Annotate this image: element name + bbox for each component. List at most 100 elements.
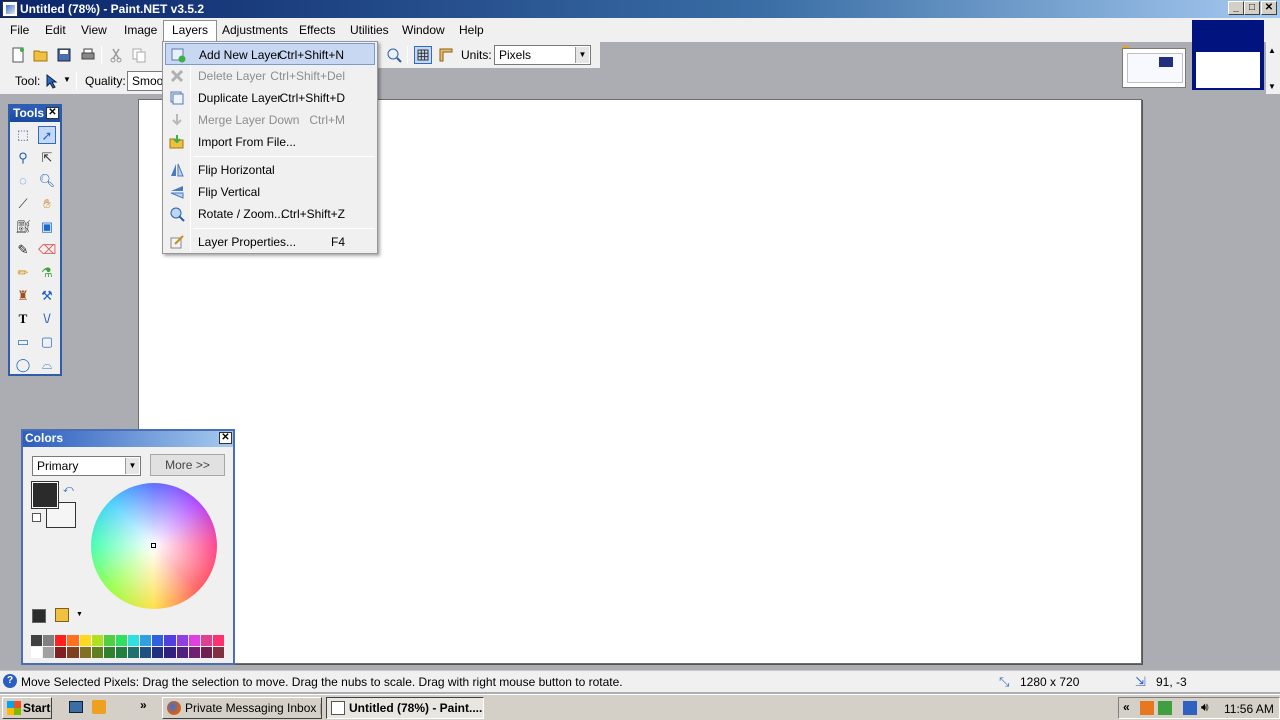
line-curve-icon[interactable]: \/: [38, 310, 56, 328]
palette-swatch[interactable]: [152, 635, 165, 647]
network-icon[interactable]: [1183, 701, 1197, 715]
paintbrush-icon[interactable]: ✎: [14, 241, 32, 259]
palette-swatch[interactable]: [67, 635, 80, 647]
rotate-zoom-item[interactable]: Rotate / Zoom... Ctrl+Shift+Z: [165, 203, 375, 225]
rulers-icon[interactable]: [438, 47, 454, 63]
move-selected-pixels-icon[interactable]: [44, 73, 60, 89]
palette-swatch[interactable]: [128, 635, 141, 647]
palette-swatch[interactable]: [188, 635, 201, 647]
paint-net-app-icon[interactable]: [2, 1, 18, 17]
tray-expand[interactable]: «: [1123, 700, 1130, 714]
colors-window-header[interactable]: Colors ✕: [23, 431, 233, 447]
chevron-down-icon[interactable]: ▼: [76, 611, 83, 618]
paint-bucket-icon[interactable]: ⛽︎: [14, 218, 32, 236]
palette-swatch[interactable]: [103, 647, 116, 659]
thumbnail-scrollbar[interactable]: ▲ ▼: [1266, 42, 1280, 94]
palette-swatch[interactable]: [212, 635, 225, 647]
pencil-icon[interactable]: ✏︎: [14, 264, 32, 282]
menu-image[interactable]: Image: [124, 21, 157, 40]
palette-swatch[interactable]: [176, 647, 189, 659]
units-select[interactable]: Pixels ▼: [494, 45, 591, 65]
move-selected-pixels-tool-icon[interactable]: ➚: [38, 126, 56, 144]
palette-swatch[interactable]: [164, 635, 177, 647]
gradient-icon[interactable]: ▣: [38, 218, 56, 236]
color-palette[interactable]: [31, 635, 225, 659]
colors-close-button[interactable]: ✕: [219, 432, 232, 444]
palette-swatch[interactable]: [91, 647, 104, 659]
merge-layer-down-item[interactable]: Merge Layer Down Ctrl+M: [165, 109, 375, 131]
duplicate-layer-item[interactable]: Duplicate Layer Ctrl+Shift+D: [165, 87, 375, 109]
lasso-select-icon[interactable]: ⚲: [14, 149, 32, 167]
palette-swatch[interactable]: [103, 635, 116, 647]
task-firefox[interactable]: Private Messaging Inbox |...: [162, 697, 322, 719]
palette-swatch[interactable]: [115, 635, 128, 647]
clone-stamp-icon[interactable]: ♜: [14, 287, 32, 305]
start-button[interactable]: Start: [2, 697, 52, 719]
palette-swatch[interactable]: [55, 635, 68, 647]
palette-swatch[interactable]: [79, 647, 92, 659]
palette-swatch[interactable]: [55, 647, 68, 659]
palette-swatch[interactable]: [152, 647, 165, 659]
palette-swatch[interactable]: [188, 647, 201, 659]
palette-swatch[interactable]: [200, 635, 213, 647]
tools-close-button[interactable]: ✕: [46, 107, 59, 119]
minimize-button[interactable]: _: [1228, 1, 1244, 15]
color-mode-select[interactable]: Primary ▼: [32, 456, 141, 476]
flip-vertical-item[interactable]: Flip Vertical: [165, 181, 375, 203]
layer-properties-item[interactable]: Layer Properties... F4: [165, 231, 375, 253]
palette-swatch[interactable]: [43, 635, 56, 647]
menu-utilities[interactable]: Utilities: [350, 21, 389, 40]
menu-help[interactable]: Help: [459, 21, 484, 40]
color-wheel[interactable]: [91, 483, 217, 609]
more-colors-button[interactable]: More >>: [150, 454, 225, 476]
rectangle-icon[interactable]: ▭: [14, 333, 32, 351]
maximize-button[interactable]: □: [1244, 1, 1260, 15]
quicklaunch-chevron[interactable]: »: [140, 698, 147, 712]
palette-swatch[interactable]: [79, 635, 92, 647]
palette-swatch[interactable]: [115, 647, 128, 659]
ellipse-icon[interactable]: ◯: [14, 356, 32, 374]
eraser-icon[interactable]: ⌫: [38, 241, 56, 259]
tray-app-icon[interactable]: [1140, 701, 1154, 715]
ellipse-select-icon[interactable]: ◌: [14, 172, 32, 190]
media-player-icon[interactable]: [92, 700, 106, 714]
zoom-in-icon[interactable]: [386, 47, 402, 63]
tray-app-icon[interactable]: [1158, 701, 1172, 715]
move-selection-icon[interactable]: ⇱: [38, 149, 56, 167]
palette-swatch[interactable]: [128, 647, 141, 659]
image-thumbnail[interactable]: [1122, 48, 1186, 88]
import-from-file-item[interactable]: Import From File...: [165, 131, 375, 153]
menu-layers[interactable]: Layers: [163, 20, 218, 42]
add-new-layer-item[interactable]: Add New Layer Ctrl+Shift+N: [165, 43, 375, 65]
layer-thumbnail[interactable]: [1192, 20, 1264, 90]
volume-icon[interactable]: 🔊︎: [1201, 700, 1209, 715]
rounded-rectangle-icon[interactable]: ▢: [38, 333, 56, 351]
color-wheel-cursor[interactable]: [151, 543, 156, 548]
delete-layer-item[interactable]: Delete Layer Ctrl+Shift+Del: [165, 65, 375, 87]
open-file-icon[interactable]: [33, 47, 49, 63]
palette-swatch[interactable]: [176, 635, 189, 647]
close-button[interactable]: ✕: [1261, 1, 1277, 15]
palette-swatch[interactable]: [140, 635, 153, 647]
save-icon[interactable]: [56, 47, 72, 63]
menu-view[interactable]: View: [81, 21, 107, 40]
chevron-down-icon[interactable]: ▼: [63, 75, 71, 84]
magic-wand-icon[interactable]: ⟋: [14, 195, 32, 213]
menu-window[interactable]: Window: [402, 21, 445, 40]
palette-swatch[interactable]: [140, 647, 153, 659]
reset-colors-icon[interactable]: [32, 513, 41, 522]
swap-colors-icon[interactable]: ⤺: [63, 484, 74, 495]
tools-window-header[interactable]: Tools ✕: [10, 106, 60, 122]
palette-swatch[interactable]: [164, 647, 177, 659]
color-picker-icon[interactable]: ⚗︎: [38, 264, 56, 282]
cut-icon[interactable]: [108, 47, 124, 63]
palette-menu-icon[interactable]: [55, 608, 69, 622]
copy-icon[interactable]: [131, 47, 147, 63]
flip-horizontal-item[interactable]: Flip Horizontal: [165, 159, 375, 181]
palette-swatch[interactable]: [200, 647, 213, 659]
palette-swatch[interactable]: [43, 647, 56, 659]
pan-tool-icon[interactable]: ✋︎: [38, 195, 56, 213]
palette-swatch[interactable]: [67, 647, 80, 659]
zoom-tool-icon[interactable]: 🔍︎: [38, 172, 56, 190]
text-tool-icon[interactable]: T: [14, 310, 32, 328]
